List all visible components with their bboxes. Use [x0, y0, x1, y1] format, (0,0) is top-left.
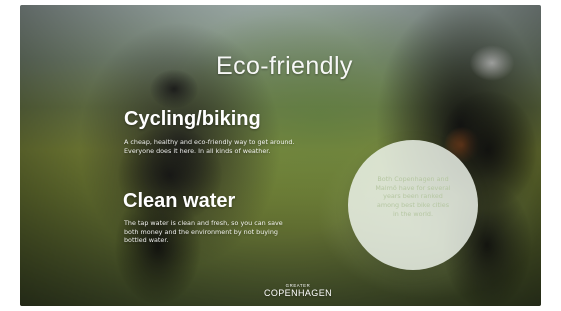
callout-text: Both Copenhagen and Malmö have for sever… [375, 175, 451, 218]
slide-title: Eco-friendly [216, 52, 353, 80]
section-heading-water: Clean water [123, 190, 236, 212]
section-heading-cycling: Cycling/biking [124, 108, 261, 130]
logo-main-text: COPENHAGEN [263, 288, 332, 298]
slide: Eco-friendly Cycling/biking A cheap, hea… [20, 5, 541, 306]
cyclist-left-image [78, 57, 248, 306]
section-text-cycling: A cheap, healthy and eco-friendly way to… [124, 138, 295, 155]
greater-copenhagen-logo: GREATER COPENHAGEN [258, 283, 338, 298]
section-text-water: The tap water is clean and fresh, so you… [124, 219, 283, 245]
